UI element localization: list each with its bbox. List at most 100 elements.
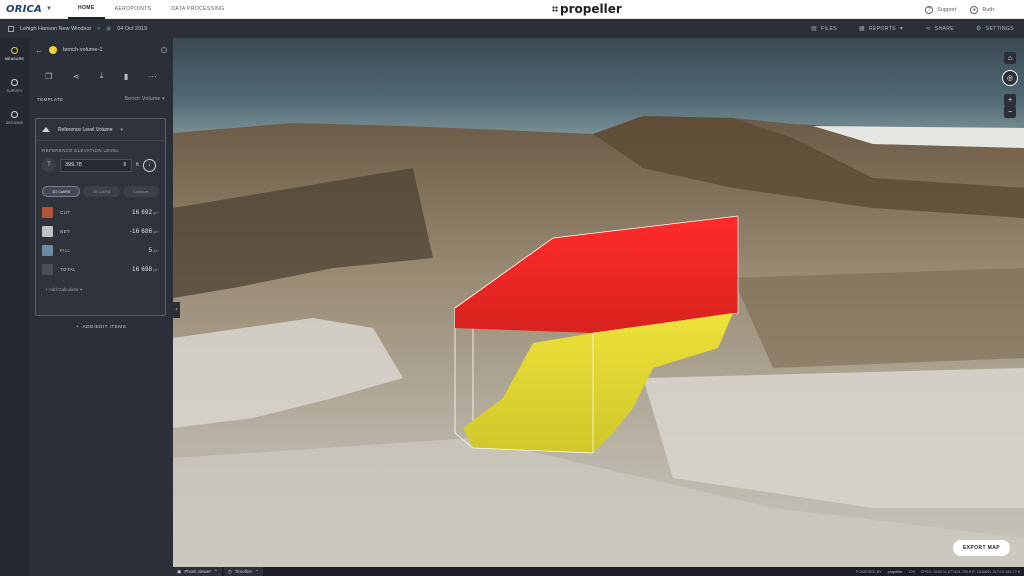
elevation-label: REFERENCE ELEVATION LEVEL	[42, 148, 120, 153]
result-unit: yd³	[153, 267, 159, 272]
stepper-icon[interactable]: ⇕	[122, 162, 127, 168]
total-swatch	[42, 264, 53, 275]
site-icon	[8, 25, 14, 32]
plus-icon: +	[75, 325, 79, 330]
elevation-value: 399.78	[65, 162, 82, 168]
rail-measure[interactable]: MEASURE	[0, 38, 29, 70]
camera-icon: ▣	[177, 568, 182, 574]
result-row-total: TOTAL 16 698yd³	[42, 260, 159, 279]
rail-measure-label: MEASURE	[4, 57, 25, 61]
survey-date[interactable]: 04 Oct 2019	[117, 26, 147, 32]
template-select[interactable]: Bench Volume ▾	[125, 96, 165, 102]
user-menu[interactable]: ● Ruth	[970, 5, 994, 14]
map-viewport[interactable]: ⌂ ◎ + − EXPORT MAP	[173, 38, 1024, 576]
zoom-out-button[interactable]: −	[1004, 106, 1016, 118]
add-edit-items-label: ADD/EDIT ITEMS	[82, 325, 127, 330]
sky	[173, 38, 1024, 138]
share-button[interactable]: ⋖ SHARE	[925, 25, 955, 33]
result-number: 5	[148, 247, 153, 254]
home-view-button[interactable]: ⌂	[1004, 52, 1016, 64]
more-icon[interactable]: ⋯	[149, 72, 157, 81]
zoom-in-button[interactable]: +	[1004, 94, 1016, 106]
chevron-down-icon: ▼	[46, 6, 52, 12]
share-icon[interactable]: ⋖	[73, 72, 80, 81]
minus-icon: −	[1007, 108, 1013, 116]
brand-text: propeller	[560, 2, 622, 16]
timeline-label: Timeline	[234, 569, 252, 574]
result-number: -16 686	[129, 228, 153, 235]
settings-button[interactable]: ⚙ SETTINGS	[976, 25, 1014, 33]
rail-designs[interactable]: DESIGNS	[0, 102, 29, 134]
chevron-down-icon[interactable]: ▾	[97, 26, 100, 32]
result-value: 16 692yd³	[132, 210, 159, 216]
elevation-unit: ft	[136, 162, 139, 168]
result-name: CUT	[60, 210, 71, 215]
result-value: 16 698yd³	[132, 267, 159, 273]
tab-home[interactable]: HOME	[68, 0, 105, 19]
share-label: SHARE	[934, 25, 955, 32]
result-name: FILL	[60, 248, 71, 253]
compass-button[interactable]: ◎	[1002, 70, 1018, 86]
measure-panel: ← bench-volume-1 ❐ ⋖ ⤓ ▮ ⋯ TEMPLATE Benc…	[29, 38, 173, 576]
collapse-panel-button[interactable]: ‹	[173, 302, 180, 318]
trash-icon[interactable]: ▮	[124, 72, 128, 81]
share-icon: ⋖	[925, 26, 931, 32]
settings-icon: ⚙	[976, 26, 982, 32]
settings-label: SETTINGS	[985, 25, 1014, 32]
mode-3d-cut-fill[interactable]: 3D Cut/Fill	[42, 186, 81, 197]
calculator-card: Reference Level Volume ▾ REFERENCE ELEVA…	[35, 118, 166, 316]
footer-brand: propeller	[887, 569, 903, 574]
info-icon[interactable]	[161, 47, 167, 53]
status-bar: ▣ Photo viewer ⌃ ◷ Timeline ⌃ POWERED BY…	[173, 567, 1024, 576]
measurement-color-dot[interactable]	[49, 46, 57, 54]
back-arrow-icon[interactable]: ←	[35, 46, 43, 55]
result-row-fill: FILL 5yd³	[42, 241, 159, 260]
reports-label: REPORTS	[869, 25, 896, 32]
chevron-down-icon: ▾	[899, 26, 904, 32]
orica-logo[interactable]: ORICA ▼	[0, 0, 68, 19]
photo-viewer-toggle[interactable]: ▣ Photo viewer ⌃	[173, 567, 222, 576]
home-icon: ⌂	[1007, 54, 1013, 62]
help-icon: ?	[925, 5, 934, 14]
clock-icon: ◷	[227, 568, 232, 574]
copy-icon[interactable]: ❐	[45, 72, 52, 81]
propeller-brand: propeller	[552, 2, 622, 16]
reports-button[interactable]: ▦ REPORTS ▾	[859, 25, 904, 33]
result-name: TOTAL	[60, 267, 76, 272]
rail-survey[interactable]: SURVEY	[0, 70, 29, 102]
coordinate-readout: EPSG: 6348 N: 677424.789 ft E: 1810691.3…	[920, 569, 1020, 574]
terrain-scene[interactable]	[173, 38, 1024, 576]
result-number: 16 698	[132, 266, 153, 273]
photo-viewer-label: Photo viewer	[184, 569, 211, 574]
site-name[interactable]: Lehigh Hanson New Windsor	[20, 26, 91, 32]
calculator-type-select[interactable]: Reference Level Volume ▾	[36, 119, 165, 141]
add-calculator-button[interactable]: + Add Calculator ▾	[42, 287, 159, 293]
mode-contours[interactable]: Contours	[122, 186, 159, 197]
tab-aeropoints[interactable]: AEROPOINTS	[105, 0, 162, 19]
cut-swatch	[42, 207, 53, 218]
result-row-cut: CUT 16 692yd³	[42, 203, 159, 222]
export-map-button[interactable]: EXPORT MAP	[952, 540, 1010, 556]
support-link[interactable]: ? Support	[925, 5, 956, 14]
files-button[interactable]: ▤ FILES	[811, 25, 837, 33]
rail-designs-label: DESIGNS	[5, 121, 24, 125]
layers-icon	[11, 79, 18, 86]
site-bar: Lehigh Hanson New Windsor ▾ ▣ 04 Oct 201…	[0, 19, 1024, 38]
net-swatch	[42, 226, 53, 237]
rail-survey-label: SURVEY	[6, 89, 23, 93]
add-edit-items-button[interactable]: + ADD/EDIT ITEMS	[29, 325, 173, 330]
elevation-input[interactable]: 399.78 ⇕	[60, 158, 132, 172]
mode-2d-cut-fill[interactable]: 2D Cut/Fill	[83, 186, 120, 197]
result-unit: yd³	[153, 229, 159, 234]
result-unit: yd³	[153, 248, 159, 253]
measurement-name[interactable]: bench-volume-1	[63, 47, 102, 53]
result-name: NET	[60, 229, 71, 234]
timeline-toggle[interactable]: ◷ Timeline ⌃	[223, 567, 263, 576]
tab-data-processing[interactable]: DATA PROCESSING	[161, 0, 234, 19]
powered-by-label: POWERED BY	[855, 569, 882, 574]
download-icon[interactable]: ⤓	[100, 71, 104, 81]
result-value: 5yd³	[149, 248, 159, 254]
plus-icon: +	[1007, 96, 1013, 104]
volume-results: CUT 16 692yd³ NET -16 686yd³ FILL 5yd³ T…	[42, 203, 159, 279]
pick-elevation-icon[interactable]: ↓	[142, 158, 156, 172]
